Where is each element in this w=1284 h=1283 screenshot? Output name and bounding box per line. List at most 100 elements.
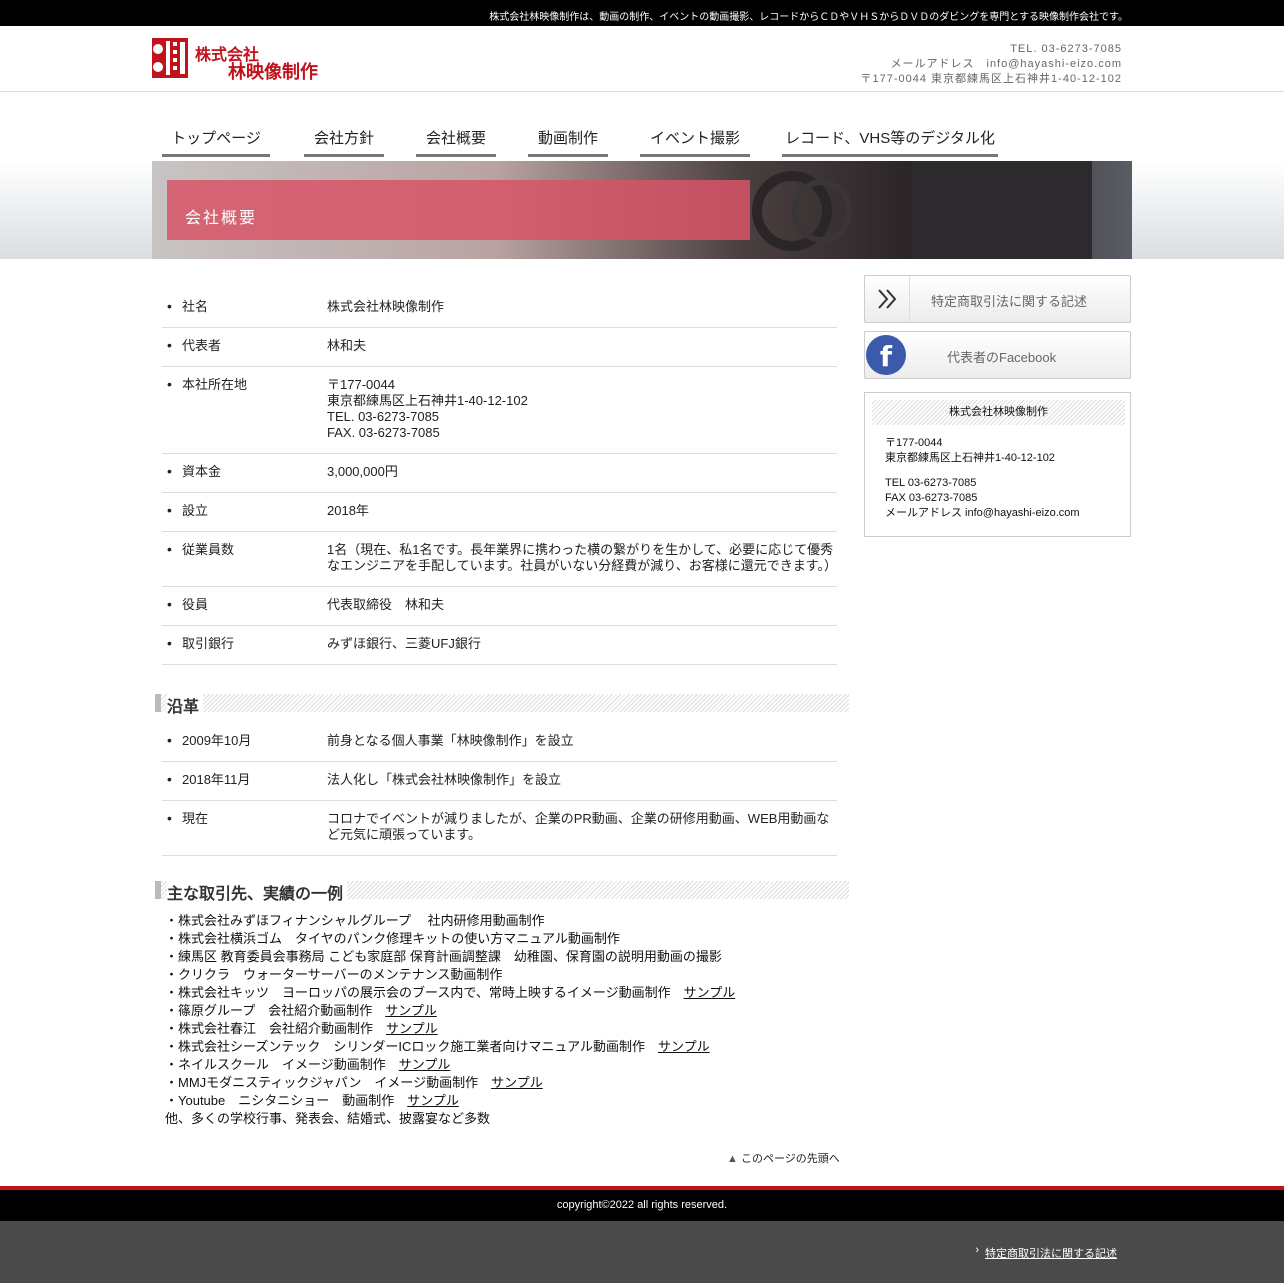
- row-value: 法人化し「株式会社林映像制作」を設立: [327, 772, 562, 787]
- profile-row: • 資本金 3,000,000円: [162, 454, 837, 493]
- double-chevron-right-icon: [878, 289, 897, 309]
- nav-item-event[interactable]: イベント撮影: [640, 126, 750, 157]
- card-mail: メールアドレス info@hayashi-eizo.com: [885, 507, 1080, 519]
- client-item: ・ネイルスクール イメージ動画制作 サンプル: [165, 1056, 735, 1074]
- history-row: • 2009年10月 前身となる個人事業「林映像制作」を設立: [162, 723, 837, 762]
- client-text: ・株式会社キッツ ヨーロッパの展示会のブース内で、常時上映するイメージ動画制作: [165, 985, 684, 1000]
- client-item: ・株式会社みずほフィナンシャルグループ 社内研修用動画制作: [165, 912, 735, 930]
- client-item: ・株式会社キッツ ヨーロッパの展示会のブース内で、常時上映するイメージ動画制作 …: [165, 984, 735, 1002]
- header-mail: メールアドレス info@hayashi-eizo.com: [890, 58, 1122, 70]
- sample-link[interactable]: サンプル: [407, 1093, 459, 1108]
- clients-list: ・株式会社みずほフィナンシャルグループ 社内研修用動画制作・株式会社横浜ゴム タ…: [165, 912, 735, 1128]
- row-label: 役員: [182, 597, 209, 612]
- main-nav: トップページ 会社方針 会社概要 動画制作 イベント撮影 レコード、VHS等のデ…: [152, 126, 1132, 158]
- sample-link[interactable]: サンプル: [386, 1021, 438, 1036]
- client-item: 他、多くの学校行事、発表会、結婚式、披露宴など多数: [165, 1110, 735, 1128]
- sample-link[interactable]: サンプル: [385, 1003, 437, 1018]
- client-text: ・株式会社春江 会社紹介動画制作: [165, 1021, 387, 1036]
- row-label: 2009年10月: [182, 733, 252, 748]
- row-label: 取引銀行: [182, 636, 235, 651]
- client-text: 他、多くの学校行事、発表会、結婚式、披露宴など多数: [165, 1111, 491, 1126]
- client-item: ・株式会社シーズンテック シリンダーICロック施工業者向けマニュアル動画制作 サ…: [165, 1038, 735, 1056]
- copyright: copyright©2022 all rights reserved.: [556, 1199, 728, 1211]
- client-text: ・練馬区 教育委員会事務局 こども家庭部 保育計画調整課 幼稚園、保育園の説明用…: [165, 949, 722, 964]
- row-label: 現在: [182, 811, 209, 826]
- logo-mark-icon: [152, 38, 188, 78]
- facebook-label: 代表者のFacebook: [947, 350, 1057, 365]
- camera-lens-ring-image: [792, 179, 852, 243]
- client-text: ・クリクラ ウォーターサーバーのメンテナンス動画制作: [165, 967, 503, 982]
- client-text: ・株式会社みずほフィナンシャルグループ 社内研修用動画制作: [165, 913, 545, 928]
- profile-row: • 本社所在地 〒177-0044 東京都練馬区上石神井1-40-12-102 TE…: [162, 367, 837, 454]
- row-label: 代表者: [182, 338, 222, 353]
- card-fax: FAX 03-6273-7085: [885, 492, 978, 504]
- row-label: 設立: [182, 503, 209, 518]
- client-item: ・クリクラ ウォーターサーバーのメンテナンス動画制作: [165, 966, 735, 984]
- card-postal: 〒177-0044: [885, 437, 943, 449]
- client-item: ・株式会社春江 会社紹介動画制作 サンプル: [165, 1020, 735, 1038]
- page-top-link[interactable]: ▲ このページの先頭へ: [727, 1150, 840, 1166]
- footer-commerce-law-link[interactable]: 特定商取引法に関する記述: [985, 1245, 1117, 1261]
- nav-item-top[interactable]: トップページ: [162, 126, 270, 157]
- row-label: 従業員数: [182, 542, 235, 557]
- history-table: • 2009年10月 前身となる個人事業「林映像制作」を設立 • 2018年11月 法人化…: [162, 723, 837, 856]
- page-title: 会社概要: [185, 210, 258, 227]
- client-text: ・ネイルスクール イメージ動画制作: [165, 1057, 399, 1072]
- company-info-card: 株式会社林映像制作 〒177-0044 東京都練馬区上石神井1-40-12-10…: [864, 392, 1131, 537]
- row-label: 資本金: [182, 464, 222, 479]
- profile-row: • 社名 株式会社林映像制作: [162, 289, 837, 328]
- row-label: 社名: [182, 299, 209, 314]
- facebook-button[interactable]: f 代表者のFacebook: [864, 331, 1131, 379]
- client-text: ・篠原グループ 会社紹介動画制作: [165, 1003, 386, 1018]
- history-heading: 沿革: [155, 693, 849, 717]
- row-value: 1名（現在、私1名です。長年業界に携わった横の繋がりを生かして、必要に応じて優秀…: [327, 542, 837, 573]
- sample-link[interactable]: サンプル: [399, 1057, 451, 1072]
- hero-banner: 会社概要: [152, 161, 1132, 259]
- row-value: 2018年: [327, 503, 369, 518]
- sample-link[interactable]: サンプル: [684, 985, 736, 1000]
- row-label: 本社所在地: [182, 377, 248, 392]
- header-address: 〒177-0044 東京都練馬区上石神井1-40-12-102: [860, 73, 1122, 85]
- row-value: 3,000,000円: [327, 464, 398, 479]
- row-value: 前身となる個人事業「林映像制作」を設立: [327, 733, 574, 748]
- hero-backdrop-right: [1132, 161, 1284, 259]
- row-value: 株式会社林映像制作: [327, 299, 445, 314]
- bullet-icon: •: [167, 732, 172, 748]
- row-value: みずほ銀行、三菱UFJ銀行: [327, 636, 481, 651]
- bullet-icon: •: [167, 541, 172, 557]
- card-title: 株式会社林映像制作: [949, 406, 1048, 418]
- company-logo[interactable]: 株式会社 林映像制作: [152, 38, 320, 82]
- profile-row: • 設立 2018年: [162, 493, 837, 532]
- profile-row: • 取引銀行 みずほ銀行、三菱UFJ銀行: [162, 626, 837, 665]
- clients-heading: 主な取引先、実績の一例: [155, 880, 849, 904]
- bullet-icon: •: [167, 635, 172, 651]
- client-text: ・株式会社横浜ゴム タイヤのパンク修理キットの使い方マニュアル動画制作: [165, 931, 620, 946]
- bullet-icon: •: [167, 810, 172, 826]
- client-text: ・Youtube ニシタニショー 動画制作: [165, 1093, 408, 1108]
- client-item: ・篠原グループ 会社紹介動画制作 サンプル: [165, 1002, 735, 1020]
- client-item: ・株式会社横浜ゴム タイヤのパンク修理キットの使い方マニュアル動画制作: [165, 930, 735, 948]
- header-contact: TEL. 03-6273-7085 メールアドレス info@hayashi-e…: [861, 42, 1122, 87]
- bullet-icon: •: [167, 463, 172, 479]
- sample-link[interactable]: サンプル: [491, 1075, 543, 1090]
- nav-item-profile[interactable]: 会社概要: [416, 126, 496, 157]
- card-address: 東京都練馬区上石神井1-40-12-102: [885, 452, 1055, 464]
- site-description: 株式会社林映像制作は、動画の制作、イベントの動画撮影、レコードからＣＤやＶＨＳか…: [489, 12, 1128, 23]
- row-value: 〒177-0044 東京都練馬区上石神井1-40-12-102 TEL. 03-…: [327, 377, 528, 440]
- row-label: 2018年11月: [182, 772, 251, 787]
- client-item: ・練馬区 教育委員会事務局 こども家庭部 保育計画調整課 幼稚園、保育園の説明用…: [165, 948, 735, 966]
- profile-row: • 代表者 林和夫: [162, 328, 837, 367]
- nav-item-video[interactable]: 動画制作: [528, 126, 608, 157]
- site-header: 株式会社 林映像制作 TEL. 03-6273-7085 メールアドレス inf…: [0, 26, 1284, 92]
- profile-table: • 社名 株式会社林映像制作 • 代表者 林和夫 • 本社所在地 〒177-0044 東京都練馬…: [162, 289, 837, 665]
- history-row: • 現在 コロナでイベントが減りましたが、企業のPR動画、企業の研修用動画、WEB用…: [162, 801, 837, 856]
- sample-link[interactable]: サンプル: [658, 1039, 710, 1054]
- nav-item-digital[interactable]: レコード、VHS等のデジタル化: [782, 126, 998, 157]
- row-value: 林和夫: [327, 338, 367, 353]
- page-top-label: このページの先頭へ: [740, 1153, 840, 1165]
- header-tel: TEL. 03-6273-7085: [1010, 43, 1122, 55]
- client-item: ・MMJモダニスティックジャパン イメージ動画制作 サンプル: [165, 1074, 735, 1092]
- facebook-icon: f: [866, 335, 906, 375]
- nav-item-policy[interactable]: 会社方針: [304, 126, 384, 157]
- commerce-law-button[interactable]: 特定商取引法に関する記述: [864, 275, 1131, 323]
